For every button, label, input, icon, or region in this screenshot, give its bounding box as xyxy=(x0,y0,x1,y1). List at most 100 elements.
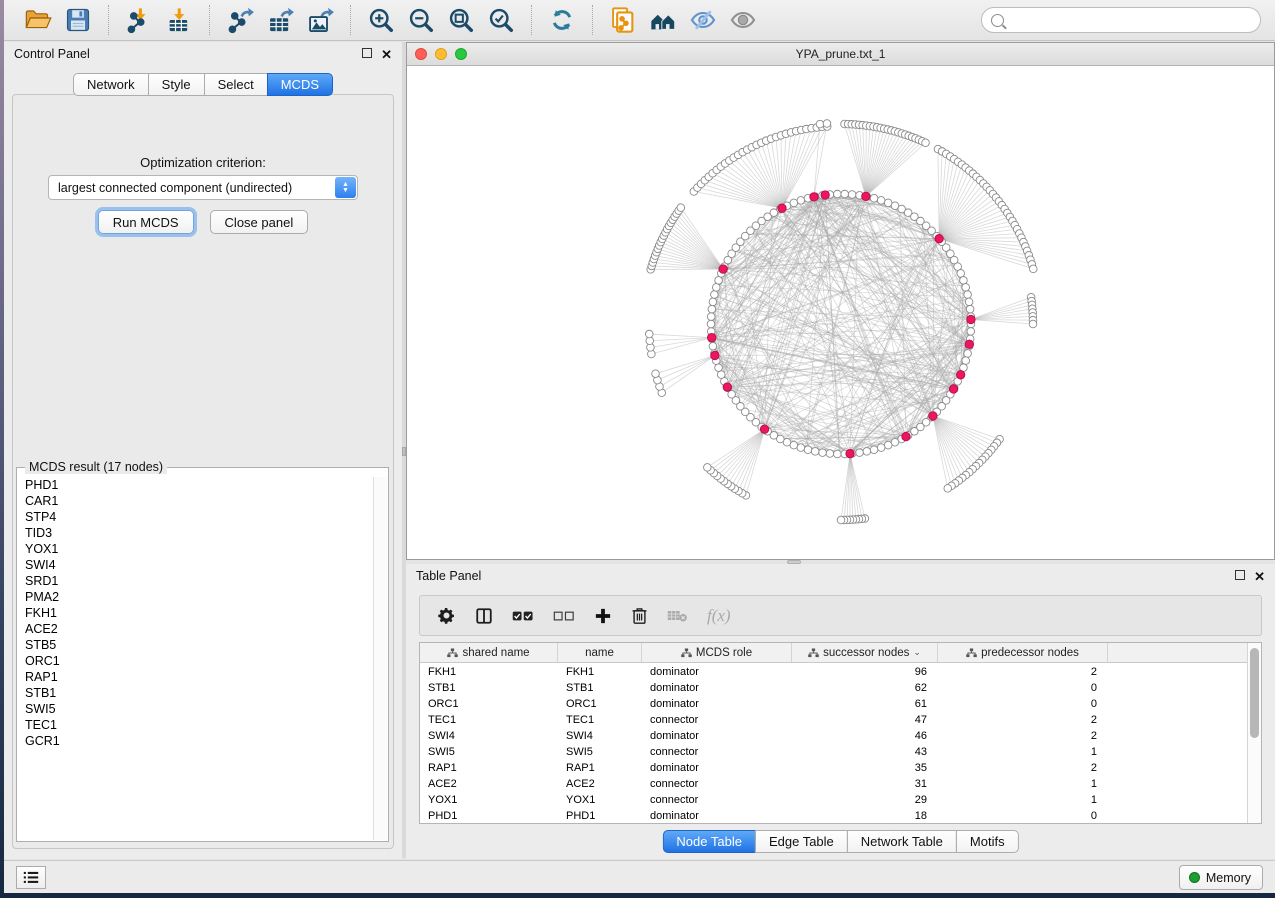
column-header-MCDS-role[interactable]: MCDS role xyxy=(642,643,792,662)
graph-hub-node[interactable] xyxy=(708,333,716,341)
export-table-button[interactable] xyxy=(260,3,300,37)
graph-node[interactable] xyxy=(837,516,845,524)
graph-node[interactable] xyxy=(960,277,968,285)
save-session-button[interactable] xyxy=(58,3,98,37)
graph-node[interactable] xyxy=(964,350,972,358)
graph-node[interactable] xyxy=(797,444,805,452)
mcds-result-list[interactable]: PHD1CAR1STP4TID3YOX1SWI4SRD1PMA2FKH1ACE2… xyxy=(18,477,373,840)
optimization-criterion-select[interactable]: largest connected component (undirected)… xyxy=(48,175,358,200)
column-header-successor-nodes[interactable]: successor nodes⌄ xyxy=(792,643,938,662)
graph-node[interactable] xyxy=(833,450,841,458)
graph-node[interactable] xyxy=(944,485,952,493)
graph-hub-node[interactable] xyxy=(965,340,973,348)
graph-node[interactable] xyxy=(877,197,885,205)
graph-node[interactable] xyxy=(848,191,856,199)
graph-node[interactable] xyxy=(804,446,812,454)
close-panel-button[interactable]: ✕ xyxy=(381,48,392,61)
float-table-panel-button[interactable] xyxy=(1235,570,1245,582)
mcds-result-item[interactable]: SWI5 xyxy=(18,701,373,717)
table-row[interactable]: FKH1FKH1dominator962 xyxy=(420,664,1247,680)
table-scrollbar[interactable] xyxy=(1247,643,1261,823)
mcds-result-item[interactable]: PHD1 xyxy=(18,477,373,493)
mcds-result-item[interactable]: PMA2 xyxy=(18,589,373,605)
mcds-result-item[interactable]: FKH1 xyxy=(18,605,373,621)
mcds-result-item[interactable]: SRD1 xyxy=(18,573,373,589)
search-field[interactable] xyxy=(981,7,1261,33)
graph-hub-node[interactable] xyxy=(935,235,943,243)
graph-node[interactable] xyxy=(884,441,892,449)
zoom-in-button[interactable] xyxy=(361,3,401,37)
table-row[interactable]: SWI4SWI4dominator462 xyxy=(420,728,1247,744)
select-all-rows-button[interactable] xyxy=(512,609,534,623)
mcds-result-item[interactable]: YOX1 xyxy=(18,541,373,557)
graph-node[interactable] xyxy=(863,448,871,456)
memory-button[interactable]: Memory xyxy=(1179,865,1263,890)
graph-hub-node[interactable] xyxy=(821,191,829,199)
graph-hub-node[interactable] xyxy=(778,204,786,212)
import-network-button[interactable] xyxy=(119,3,159,37)
float-panel-button[interactable] xyxy=(362,48,372,60)
mcds-result-item[interactable]: STP4 xyxy=(18,509,373,525)
tab-motifs[interactable]: Motifs xyxy=(956,830,1019,853)
tab-select[interactable]: Select xyxy=(204,73,268,96)
graph-hub-node[interactable] xyxy=(956,371,964,379)
graph-node[interactable] xyxy=(704,464,712,472)
table-row[interactable]: PHD1PHD1dominator180 xyxy=(420,808,1247,823)
show-all-button[interactable] xyxy=(723,3,763,37)
graph-hub-node[interactable] xyxy=(862,192,870,200)
tab-node-table[interactable]: Node Table xyxy=(662,830,756,853)
refresh-button[interactable] xyxy=(542,3,582,37)
graph-node[interactable] xyxy=(964,291,972,299)
network-window-titlebar[interactable]: YPA_prune.txt_1 xyxy=(407,43,1274,66)
graph-hub-node[interactable] xyxy=(723,383,731,391)
graph-node[interactable] xyxy=(962,357,970,365)
scrollbar-thumb[interactable] xyxy=(1250,648,1259,738)
graph-node[interactable] xyxy=(652,370,660,378)
add-column-button[interactable] xyxy=(594,607,612,625)
graph-node[interactable] xyxy=(711,291,719,299)
close-table-panel-button[interactable]: ✕ xyxy=(1254,570,1265,583)
table-row[interactable]: RAP1RAP1dominator352 xyxy=(420,760,1247,776)
graph-node[interactable] xyxy=(712,284,720,292)
graph-node[interactable] xyxy=(833,190,841,198)
table-row[interactable]: ORC1ORC1dominator610 xyxy=(420,696,1247,712)
graph-node[interactable] xyxy=(819,449,827,457)
graph-node[interactable] xyxy=(717,371,725,379)
mcds-result-item[interactable]: CAR1 xyxy=(18,493,373,509)
graph-node[interactable] xyxy=(841,190,849,198)
column-header-predecessor-nodes[interactable]: predecessor nodes xyxy=(938,643,1108,662)
tab-edge-table[interactable]: Edge Table xyxy=(755,830,848,853)
tab-style[interactable]: Style xyxy=(148,73,205,96)
graph-node[interactable] xyxy=(962,284,970,292)
graph-node[interactable] xyxy=(870,446,878,454)
delete-column-button[interactable] xyxy=(631,606,648,625)
mcds-result-item[interactable]: STB5 xyxy=(18,637,373,653)
graph-hub-node[interactable] xyxy=(711,351,719,359)
mcds-result-item[interactable]: SWI4 xyxy=(18,557,373,573)
show-hide-graphics-details-button[interactable] xyxy=(643,3,683,37)
tab-network-table[interactable]: Network Table xyxy=(847,830,957,853)
hide-selected-button[interactable] xyxy=(683,3,723,37)
network-canvas[interactable] xyxy=(407,66,1274,559)
graph-node[interactable] xyxy=(816,120,824,128)
graph-node[interactable] xyxy=(1029,320,1037,328)
graph-node[interactable] xyxy=(823,120,831,128)
graph-hub-node[interactable] xyxy=(810,193,818,201)
graph-hub-node[interactable] xyxy=(967,315,975,323)
mcds-result-item[interactable]: RAP1 xyxy=(18,669,373,685)
graph-node[interactable] xyxy=(715,364,723,372)
split-columns-button[interactable] xyxy=(475,607,493,625)
network-graph[interactable] xyxy=(407,66,1274,559)
zoom-out-button[interactable] xyxy=(401,3,441,37)
column-header-shared-name[interactable]: shared name xyxy=(420,643,558,662)
export-network-button[interactable] xyxy=(220,3,260,37)
graph-node[interactable] xyxy=(811,448,819,456)
graph-node[interactable] xyxy=(707,320,715,328)
mcds-result-item[interactable]: ORC1 xyxy=(18,653,373,669)
mcds-list-scrollbar[interactable] xyxy=(373,477,387,840)
apply-function-button[interactable]: f(x) xyxy=(707,606,731,626)
graph-node[interactable] xyxy=(797,197,805,205)
table-row[interactable]: ACE2ACE2connector311 xyxy=(420,776,1247,792)
graph-hub-node[interactable] xyxy=(719,265,727,273)
mcds-result-item[interactable]: TEC1 xyxy=(18,717,373,733)
